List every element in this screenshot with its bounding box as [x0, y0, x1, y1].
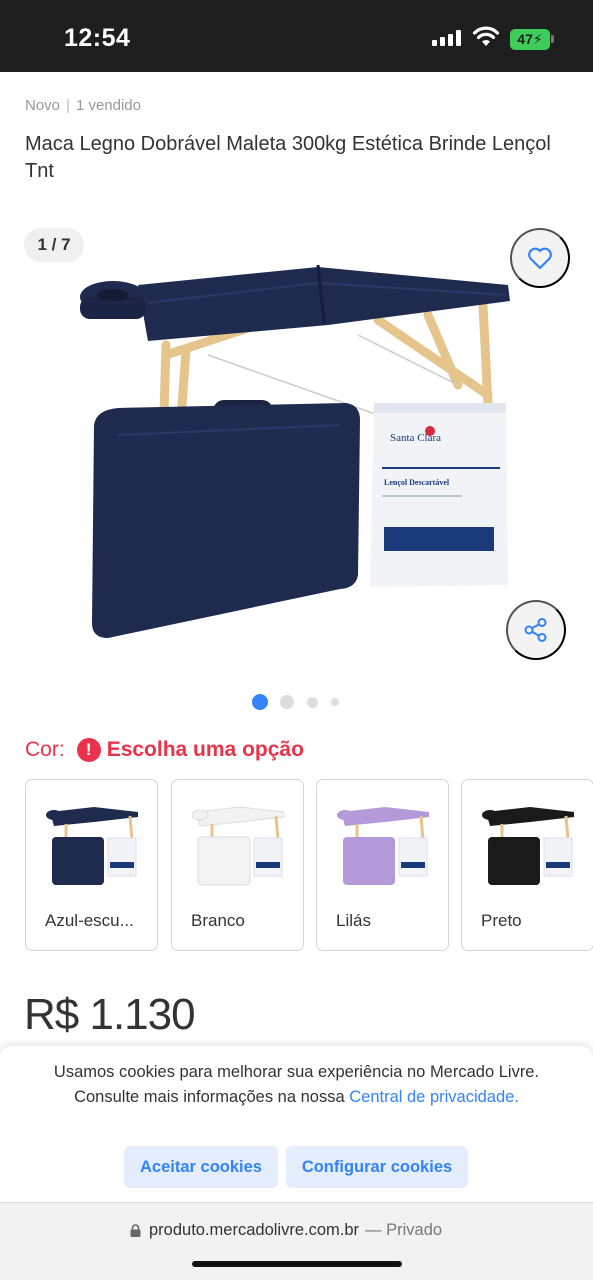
image-counter: 1 / 7 — [24, 228, 84, 262]
pagination-dot[interactable] — [307, 697, 318, 708]
color-option-preto[interactable]: Preto — [461, 779, 593, 951]
product-price: R$ 1.130 — [24, 990, 196, 1039]
variant-label: Branco — [191, 911, 245, 930]
heart-icon — [528, 247, 552, 270]
battery-cap — [551, 35, 554, 43]
url-text: produto.mercadolivre.com.br — [149, 1221, 360, 1239]
variant-thumbnail — [482, 807, 574, 885]
product-subtitle: Novo | 1 vendido — [25, 97, 141, 114]
color-option-branco[interactable]: Branco — [171, 779, 304, 951]
subtitle-divider: | — [66, 97, 70, 114]
variant-thumbnail — [46, 807, 138, 885]
variant-thumbnail — [192, 806, 285, 886]
gallery-pagination — [252, 694, 352, 710]
url-display[interactable]: produto.mercadolivre.com.br — Privado — [130, 1221, 442, 1240]
status-bar: 12:54 47⚡ — [0, 0, 593, 72]
home-indicator[interactable] — [192, 1261, 402, 1267]
variant-label: Azul-escu... — [45, 911, 134, 930]
cookie-banner: Usamos cookies para melhorar sua experiê… — [0, 1046, 593, 1206]
product-title: Maca Legno Dobrável Maleta 300kg Estétic… — [25, 133, 551, 182]
private-mode-label: — Privado — [365, 1221, 443, 1239]
configure-cookies-button[interactable]: Configurar cookies — [286, 1146, 468, 1188]
pagination-dot[interactable] — [331, 698, 339, 706]
variant-label: Lilás — [336, 911, 371, 930]
lock-icon — [130, 1224, 141, 1237]
pagination-dot[interactable] — [280, 695, 294, 709]
accept-cookies-button[interactable]: Aceitar cookies — [124, 1146, 278, 1188]
variant-thumbnail — [337, 807, 429, 885]
product-image[interactable]: Santa Clara Lençol Descartável — [78, 245, 518, 645]
cellular-signal-icon — [432, 30, 464, 46]
browser-url-bar[interactable]: produto.mercadolivre.com.br — Privado — [0, 1202, 593, 1280]
share-icon — [524, 618, 547, 642]
variant-label: Preto — [481, 911, 522, 930]
warning-icon: ! — [76, 738, 101, 762]
color-label: Cor: — [25, 738, 65, 761]
share-button[interactable] — [506, 600, 566, 660]
color-picker-label: Cor: ! Escolha uma opção — [25, 738, 304, 762]
bag-label-text: Lençol Descartável — [384, 478, 450, 487]
privacy-center-link[interactable]: Central de privacidade. — [349, 1088, 519, 1106]
cookie-message: Usamos cookies para melhorar sua experiê… — [40, 1060, 553, 1109]
favorite-button[interactable] — [510, 228, 570, 288]
color-option-azul[interactable]: Azul-escu... — [25, 779, 158, 951]
status-time: 12:54 — [64, 24, 131, 52]
pagination-dot-active[interactable] — [252, 694, 268, 710]
battery-level: 47 — [517, 31, 533, 47]
product-condition: Novo — [25, 97, 61, 114]
color-warning-message: Escolha uma opção — [106, 738, 304, 761]
battery-indicator: 47⚡ — [510, 29, 550, 50]
product-sold-count: 1 vendido — [75, 97, 141, 114]
color-option-lilas[interactable]: Lilás — [316, 779, 449, 951]
color-variants: Azul-escu... Branco Lilás Preto — [25, 779, 593, 951]
wifi-icon — [472, 26, 500, 46]
